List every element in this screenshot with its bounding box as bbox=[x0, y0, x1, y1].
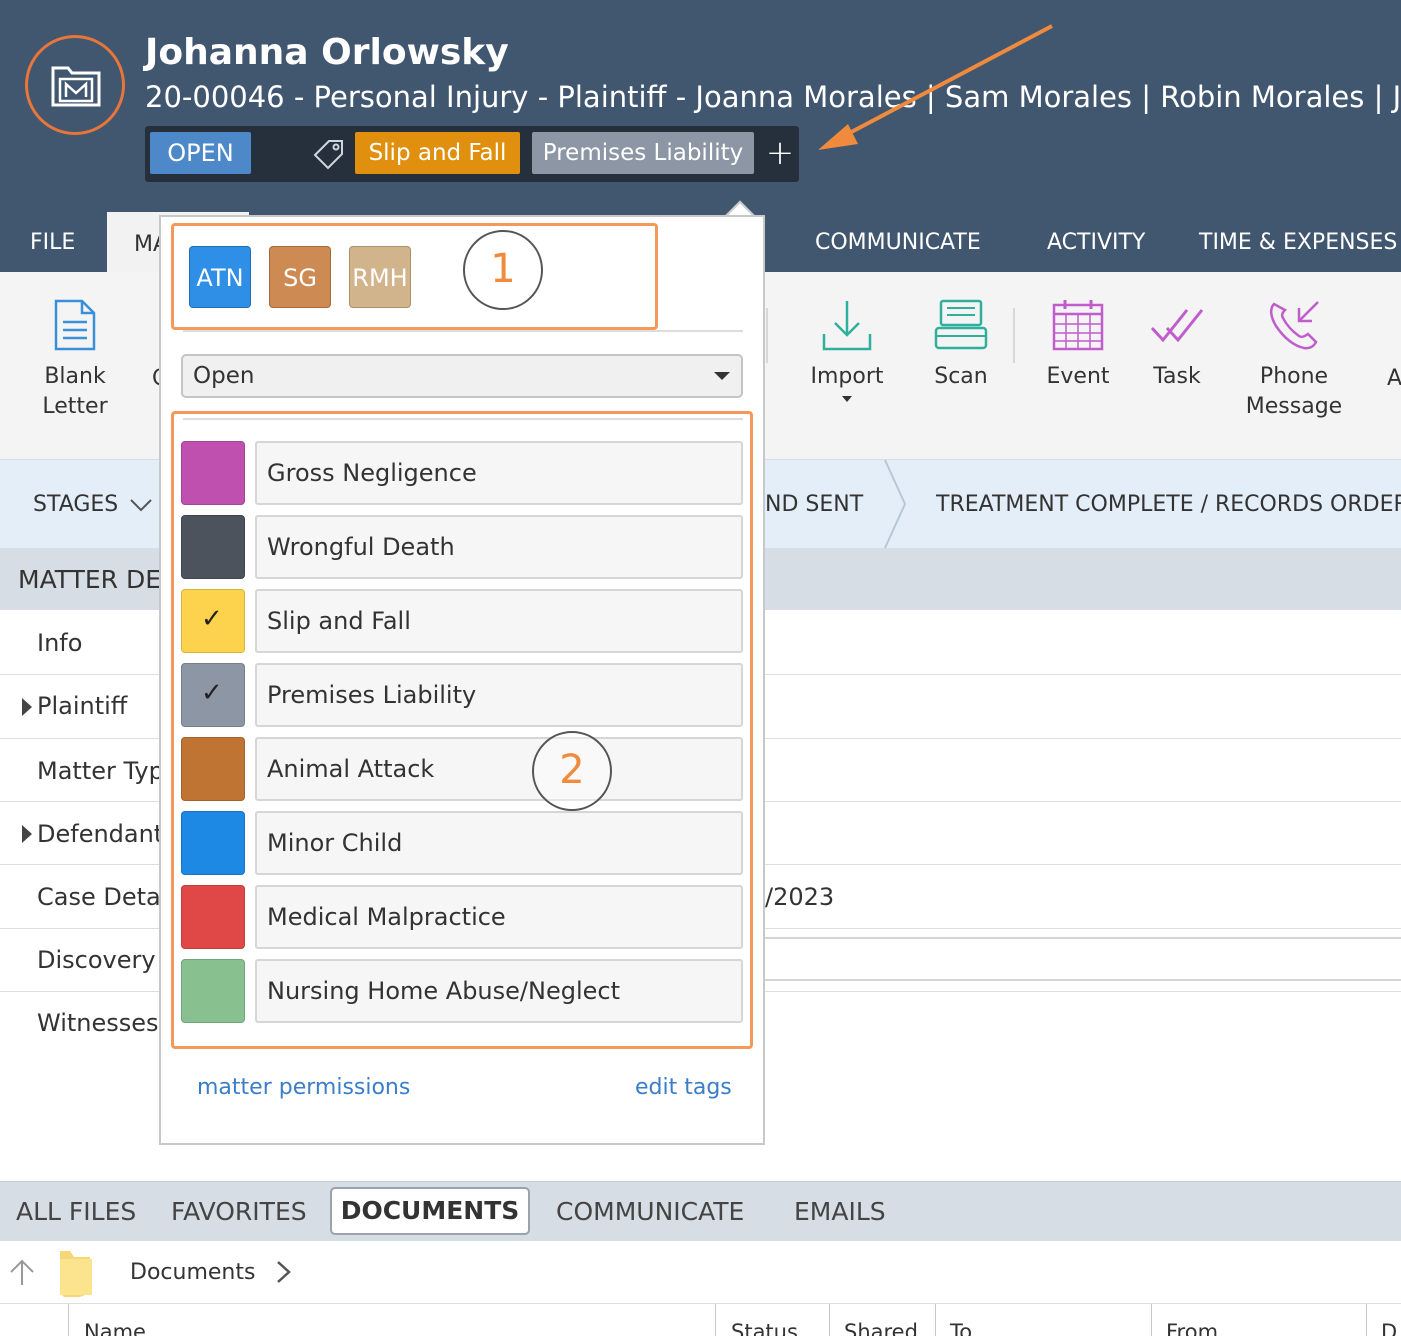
column-header-status[interactable]: Status bbox=[731, 1320, 798, 1336]
ribbon-separator bbox=[1013, 308, 1015, 363]
menu-tab-time-expenses[interactable]: TIME & EXPENSES bbox=[1199, 230, 1397, 255]
caret-down-icon[interactable] bbox=[714, 372, 730, 380]
tab-communicate[interactable]: COMMUNICATE bbox=[556, 1197, 744, 1226]
menu-tab-file[interactable]: FILE bbox=[30, 230, 75, 255]
column-header-to[interactable]: To bbox=[950, 1320, 972, 1336]
tab-emails[interactable]: EMAILS bbox=[794, 1197, 886, 1226]
annotation-arrow bbox=[818, 24, 1053, 150]
stage-item-sent[interactable]: ND SENT bbox=[765, 492, 863, 517]
event-button[interactable]: Event bbox=[1044, 298, 1112, 392]
import-dropdown-caret[interactable] bbox=[842, 396, 852, 402]
stage-item-treatment[interactable]: TREATMENT COMPLETE / RECORDS ORDERE bbox=[936, 492, 1401, 517]
matter-summary: 20-00046 - Personal Injury - Plaintiff -… bbox=[145, 80, 1401, 114]
detail-label-defendant: Defendant bbox=[37, 820, 164, 848]
matter-details-title: MATTER DE bbox=[18, 565, 161, 594]
client-name: Johanna Orlowsky bbox=[145, 32, 509, 73]
blank-letter-label-1: Blank bbox=[44, 364, 106, 389]
import-label: Import bbox=[810, 364, 884, 389]
tag-icon[interactable] bbox=[311, 138, 345, 174]
matter-logo bbox=[25, 35, 125, 135]
column-header-d[interactable]: D bbox=[1381, 1320, 1397, 1336]
detail-label-witnesses[interactable]: Witnesses bbox=[37, 1009, 159, 1037]
breadcrumb-documents[interactable]: Documents bbox=[130, 1260, 255, 1285]
callout-1: 1 bbox=[463, 230, 543, 310]
scan-label: Scan bbox=[934, 364, 988, 389]
highlight-box-tags bbox=[171, 411, 753, 1049]
double-check-icon bbox=[1150, 309, 1204, 343]
chevron-right-icon[interactable] bbox=[274, 1259, 294, 1285]
callout-2: 2 bbox=[532, 731, 612, 811]
discovery-field-edge bbox=[765, 937, 1401, 981]
detail-label-matter-type: Matter Typ bbox=[37, 757, 164, 785]
import-button[interactable]: Import bbox=[806, 298, 888, 402]
scan-button[interactable]: Scan bbox=[928, 298, 994, 392]
menu-tab-communicate[interactable]: COMMUNICATE bbox=[815, 230, 981, 255]
ribbon-partial-a: A bbox=[1387, 366, 1401, 391]
matter-permissions-link[interactable]: matter permissions bbox=[197, 1075, 410, 1100]
add-tag-button[interactable]: + bbox=[763, 136, 797, 171]
edit-tags-link[interactable]: edit tags bbox=[635, 1075, 732, 1100]
menu-tab-activity[interactable]: ACTIVITY bbox=[1047, 230, 1145, 255]
phone-message-button[interactable]: Phone Message bbox=[1244, 298, 1344, 422]
caret-right-icon[interactable] bbox=[22, 698, 32, 716]
stage-divider bbox=[884, 460, 907, 548]
scanner-icon bbox=[934, 299, 988, 350]
popup-divider bbox=[183, 330, 743, 332]
tag-slip-and-fall[interactable]: Slip and Fall bbox=[355, 132, 520, 174]
column-separator bbox=[829, 1304, 830, 1336]
ribbon-separator bbox=[766, 308, 768, 363]
blank-letter-button[interactable]: Blank Letter bbox=[40, 298, 110, 422]
arrow-up-icon[interactable] bbox=[8, 1257, 36, 1287]
stages-label: STAGES bbox=[33, 492, 119, 517]
event-label: Event bbox=[1046, 364, 1110, 389]
column-header-shared[interactable]: Shared bbox=[844, 1320, 918, 1336]
tab-documents[interactable]: DOCUMENTS bbox=[330, 1187, 530, 1235]
tab-favorites[interactable]: FAVORITES bbox=[171, 1197, 307, 1226]
column-separator bbox=[1151, 1304, 1152, 1336]
calendar-icon bbox=[1052, 300, 1104, 351]
column-separator bbox=[1366, 1304, 1367, 1336]
document-icon bbox=[54, 299, 96, 351]
column-separator bbox=[68, 1304, 69, 1336]
detail-label-discovery: Discovery I bbox=[37, 946, 171, 974]
chevron-down-icon[interactable] bbox=[129, 497, 153, 513]
download-icon bbox=[822, 301, 872, 351]
task-button[interactable]: Task bbox=[1148, 298, 1206, 392]
phone-incoming-icon bbox=[1270, 301, 1319, 350]
detail-label-plaintiff: Plaintiff bbox=[37, 692, 128, 720]
detail-label-case-details: Case Detai bbox=[37, 883, 168, 911]
column-separator bbox=[935, 1304, 936, 1336]
tag-premises-liability[interactable]: Premises Liability bbox=[532, 132, 754, 174]
folder-m-icon bbox=[51, 66, 101, 107]
detail-value-date: /2023 bbox=[765, 883, 835, 911]
folder-icon bbox=[60, 1251, 92, 1297]
task-label: Task bbox=[1153, 364, 1201, 389]
detail-label-info: Info bbox=[37, 629, 83, 657]
phone-message-label-2: Message bbox=[1245, 394, 1343, 419]
status-select[interactable]: Open bbox=[181, 354, 743, 398]
column-separator bbox=[715, 1304, 716, 1336]
tab-all-files[interactable]: ALL FILES bbox=[16, 1197, 136, 1226]
column-header-name[interactable]: Name bbox=[84, 1320, 146, 1336]
column-header-from[interactable]: From bbox=[1166, 1320, 1218, 1336]
status-badge[interactable]: OPEN bbox=[150, 132, 251, 174]
phone-message-label-1: Phone bbox=[1259, 364, 1329, 389]
caret-right-icon[interactable] bbox=[22, 825, 32, 843]
blank-letter-label-2: Letter bbox=[42, 394, 108, 419]
highlight-box-users bbox=[171, 223, 658, 330]
matter-tag-bar: OPEN Slip and Fall Premises Liability + bbox=[145, 126, 799, 182]
